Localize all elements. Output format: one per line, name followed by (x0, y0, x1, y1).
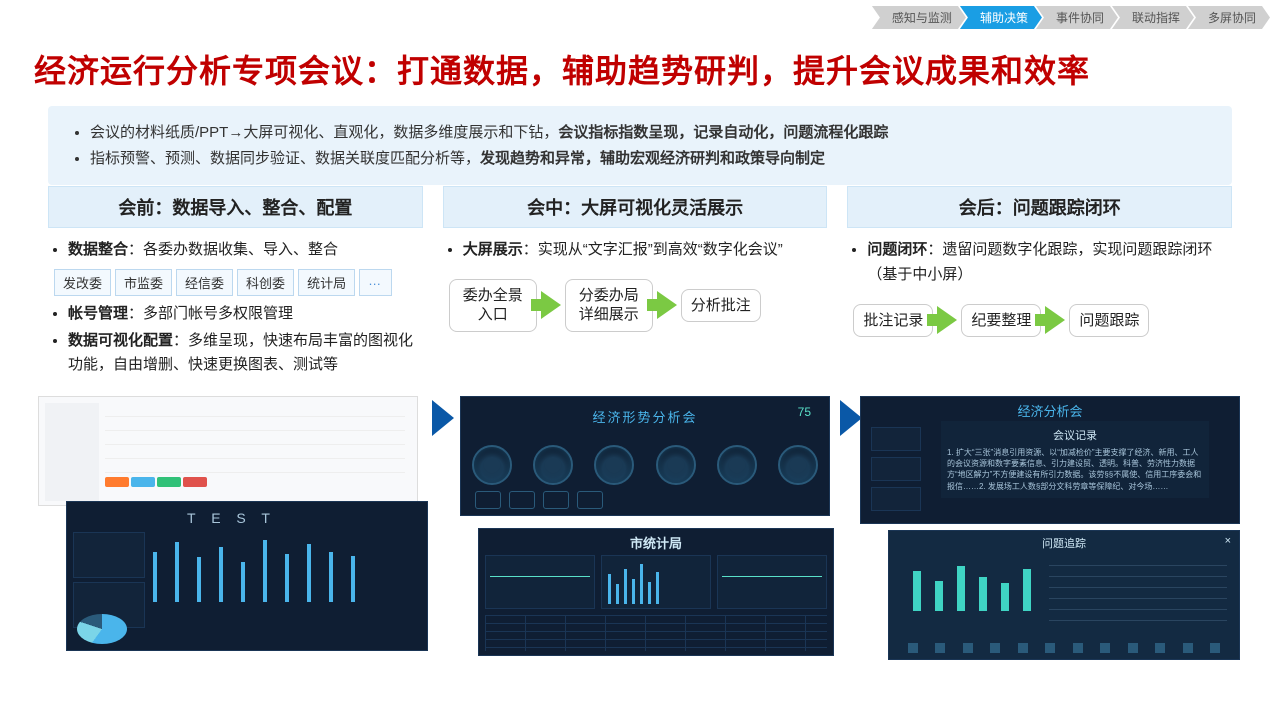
close-icon[interactable]: × (1225, 535, 1231, 547)
col3-flow: 批注记录 纪要整理 问题跟踪 (853, 304, 1226, 338)
mock-title: 问题追踪 (1042, 535, 1086, 551)
gauge-icon (594, 445, 634, 485)
pie-icon (77, 614, 127, 644)
col2-flow: 委办全景入口 分委办局详细展示 分析批注 (449, 279, 822, 332)
mock-before-meeting: T E S T (38, 396, 428, 651)
gauge-icon (717, 445, 757, 485)
flow-box: 纪要整理 (961, 304, 1041, 338)
col1-bullet3: 数据可视化配置：多维呈现，快速布局丰富的图视化功能，自由增删、快速更换图表、测试… (68, 329, 417, 379)
mock-admin-table (38, 396, 418, 506)
col1-bullet1: 数据整合：各委办数据收集、导入、整合 (68, 238, 417, 263)
mock-title: 经济分析会 (1017, 401, 1082, 420)
column-in-meeting: 会中：大屏可视化灵活展示 大屏展示：实现从“文字汇报”到高效“数字化会议” 委办… (443, 186, 828, 384)
dept-tag[interactable]: 科创委 (237, 269, 294, 296)
col1-bullet2: 帐号管理：多部门帐号多权限管理 (68, 302, 417, 327)
dept-tag[interactable]: 经信委 (176, 269, 233, 296)
dept-tags: 发改委 市监委 经信委 科创委 统计局 … (54, 269, 417, 296)
memo-body: 1. 扩大“三张”消息引用资源、以“加减检价”主要支撑了经济、新用、工人的会议资… (947, 447, 1203, 492)
mock-title: 市统计局 (630, 533, 682, 552)
tab-multiscreen[interactable]: 多屏协同 (1188, 6, 1270, 29)
mock-meeting-memo: 经济分析会 会议记录 1. 扩大“三张”消息引用资源、以“加减检价”主要支撑了经… (860, 396, 1240, 524)
gauge-icon (656, 445, 696, 485)
mock-score: 75 (798, 405, 811, 419)
memo-title: 会议记录 (947, 427, 1203, 443)
col3-header: 会后：问题跟踪闭环 (847, 186, 1232, 228)
gauge-icon (533, 445, 573, 485)
intro-box: 会议的材料纸质/PPT→大屏可视化、直观化，数据多维度展示和下钻，会议指标指数呈… (48, 106, 1232, 185)
tab-decision[interactable]: 辅助决策 (960, 6, 1042, 29)
column-before-meeting: 会前：数据导入、整合、配置 数据整合：各委办数据收集、导入、整合 发改委 市监委… (48, 186, 423, 384)
flow-box: 问题跟踪 (1069, 304, 1149, 338)
dept-tag[interactable]: 发改委 (54, 269, 111, 296)
breadcrumb-tabs: 感知与监测 辅助决策 事件协同 联动指挥 多屏协同 (878, 6, 1270, 29)
mock-title: 经济形势分析会 (592, 407, 697, 426)
intro-line2: 指标预警、预测、数据同步验证、数据关联度匹配分析等，发现趋势和异常，辅助宏观经济… (90, 146, 1208, 172)
flow-box: 委办全景入口 (449, 279, 537, 332)
dept-tag[interactable]: 市监委 (115, 269, 172, 296)
col2-bullet1: 大屏展示：实现从“文字汇报”到高效“数字化会议” (463, 238, 822, 263)
dept-tag[interactable]: 统计局 (298, 269, 355, 296)
tab-command[interactable]: 联动指挥 (1112, 6, 1194, 29)
flow-box: 分析批注 (681, 289, 761, 323)
tab-perception[interactable]: 感知与监测 (872, 6, 966, 29)
dept-tag-more[interactable]: … (359, 269, 392, 296)
gauge-icon (778, 445, 818, 485)
col1-header: 会前：数据导入、整合、配置 (48, 186, 423, 228)
columns: 会前：数据导入、整合、配置 数据整合：各委办数据收集、导入、整合 发改委 市监委… (48, 186, 1232, 384)
flow-box: 分委办局详细展示 (565, 279, 653, 332)
mock-stats-bureau: 市统计局 (478, 528, 834, 656)
gauge-icon (472, 445, 512, 485)
intro-line1: 会议的材料纸质/PPT→大屏可视化、直观化，数据多维度展示和下钻，会议指标指数呈… (90, 120, 1208, 146)
col3-bullet1: 问题闭环：遗留问题数字化跟踪，实现问题跟踪闭环（基于中小屏） (867, 238, 1226, 288)
chevron-right-icon (840, 400, 862, 436)
arrow-right-icon (657, 291, 677, 319)
col2-header: 会中：大屏可视化灵活展示 (443, 186, 828, 228)
arrow-right-icon (1045, 306, 1065, 334)
page-title: 经济运行分析专项会议：打通数据，辅助趋势研判，提升会议成果和效率 (34, 46, 1090, 92)
flow-box: 批注记录 (853, 304, 933, 338)
arrow-right-icon (541, 291, 561, 319)
arrow-right-icon (937, 306, 957, 334)
mock-after-meeting: 经济分析会 会议记录 1. 扩大“三张”消息引用资源、以“加减检价”主要支撑了经… (860, 396, 1250, 660)
column-after-meeting: 会后：问题跟踪闭环 问题闭环：遗留问题数字化跟踪，实现问题跟踪闭环（基于中小屏）… (847, 186, 1232, 384)
mock-in-meeting: 经济形势分析会 75 市统计局 (460, 396, 840, 656)
mock-economic-dashboard: 经济形势分析会 75 (460, 396, 830, 516)
mock-issue-tracking: 问题追踪 × (888, 530, 1240, 660)
chevron-right-icon (432, 400, 454, 436)
tab-event[interactable]: 事件协同 (1036, 6, 1118, 29)
mock-title: T E S T (187, 510, 276, 526)
mock-dashboard-test: T E S T (66, 501, 428, 651)
